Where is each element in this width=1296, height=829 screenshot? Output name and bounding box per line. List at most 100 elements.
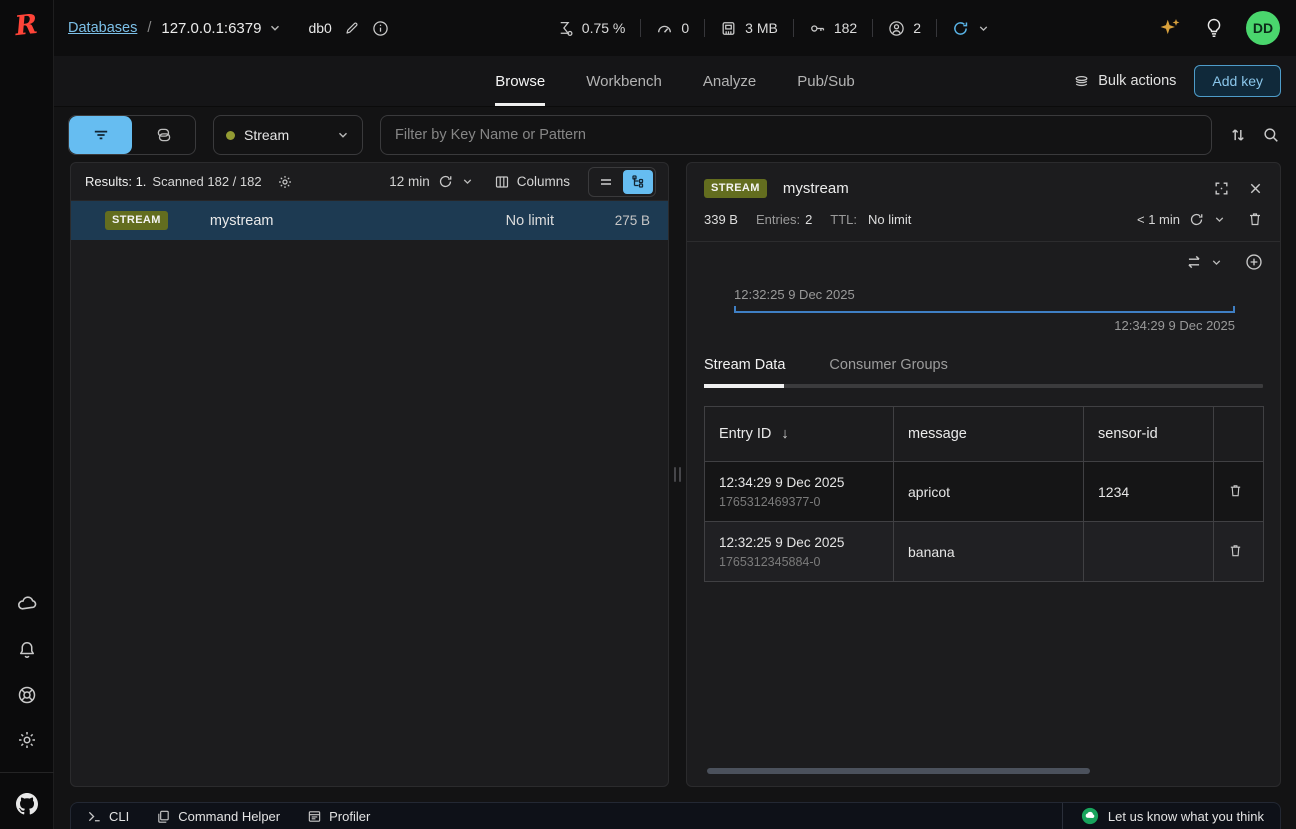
entry-id-label: Entry ID bbox=[719, 426, 771, 442]
filter-mode-toggle bbox=[68, 115, 196, 155]
stream-range-timeline[interactable]: 12:32:25 9 Dec 2025 12:34:29 9 Dec 2025 bbox=[734, 287, 1235, 333]
detail-tabs: Stream Data Consumer Groups bbox=[704, 357, 1263, 388]
key-icon bbox=[809, 20, 826, 37]
main-nav: Browse Workbench Analyze Pub/Sub Bulk ac… bbox=[54, 56, 1296, 107]
refresh-icon[interactable] bbox=[438, 174, 453, 189]
profiler-label: Profiler bbox=[329, 809, 370, 824]
range-start-label: 12:32:25 9 Dec 2025 bbox=[734, 287, 1235, 302]
app-root: R Databases / 127.0.0.1:6379 bbox=[0, 0, 1296, 829]
delete-entry-trash-icon[interactable] bbox=[1228, 483, 1243, 498]
fullscreen-expand-icon[interactable] bbox=[1213, 180, 1230, 197]
key-ttl: No limit bbox=[506, 213, 554, 229]
range-slider[interactable] bbox=[734, 306, 1235, 313]
header-sensor-id[interactable]: sensor-id bbox=[1084, 407, 1214, 462]
ops-value: 0 bbox=[681, 20, 689, 36]
cli-button[interactable]: CLI bbox=[87, 809, 129, 824]
delete-entry-trash-icon[interactable] bbox=[1228, 543, 1243, 558]
tab-workbench[interactable]: Workbench bbox=[586, 56, 662, 106]
list-view-button[interactable] bbox=[591, 170, 621, 194]
filter-by-pattern-button[interactable] bbox=[69, 116, 132, 154]
command-helper-label: Command Helper bbox=[178, 809, 280, 824]
stream-entry-row: 12:34:29 9 Dec 2025 1765312469377-0 apri… bbox=[705, 462, 1264, 522]
chevron-down-icon[interactable] bbox=[461, 175, 474, 188]
redis-logo-icon[interactable]: R bbox=[14, 11, 39, 40]
instance-address: 127.0.0.1:6379 bbox=[161, 20, 261, 37]
tree-view-button[interactable] bbox=[623, 170, 653, 194]
key-search-input[interactable] bbox=[380, 115, 1212, 155]
stream-type-dot-icon bbox=[226, 131, 235, 140]
header-message[interactable]: message bbox=[894, 407, 1084, 462]
cpu-stat: 0.75 % bbox=[557, 20, 626, 37]
profiler-button[interactable]: Profiler bbox=[307, 809, 370, 824]
header-entry-id[interactable]: Entry ID ↓ bbox=[705, 407, 894, 462]
github-icon[interactable] bbox=[16, 793, 38, 815]
results-count: Results: 1. bbox=[85, 174, 146, 189]
tab-consumer-groups[interactable]: Consumer Groups bbox=[829, 357, 947, 373]
tab-analyze[interactable]: Analyze bbox=[703, 56, 756, 106]
divider bbox=[793, 19, 794, 37]
cloud-icon[interactable] bbox=[16, 593, 38, 615]
settings-gear-icon[interactable] bbox=[17, 730, 37, 750]
edit-db-pencil-icon[interactable] bbox=[344, 20, 360, 36]
insights-lightbulb-icon[interactable] bbox=[1203, 17, 1225, 39]
profiler-icon bbox=[307, 809, 322, 824]
gauge-icon bbox=[656, 20, 673, 37]
db-stats: 0.75 % 0 3 MB bbox=[557, 19, 990, 37]
clients-value: 2 bbox=[913, 20, 921, 36]
instance-selector[interactable]: 127.0.0.1:6379 bbox=[161, 20, 282, 37]
ttl-value: No limit bbox=[868, 212, 911, 227]
bulk-actions-button[interactable]: Bulk actions bbox=[1073, 73, 1176, 90]
add-entry-plus-icon[interactable] bbox=[1245, 253, 1263, 271]
swap-columns-icon[interactable] bbox=[1185, 253, 1203, 271]
key-type-selected: Stream bbox=[244, 127, 289, 143]
last-refresh-label: 12 min bbox=[389, 174, 430, 189]
columns-button[interactable]: Columns bbox=[494, 174, 570, 190]
chevron-down-icon[interactable] bbox=[1213, 213, 1226, 226]
chevron-down-icon[interactable] bbox=[1210, 256, 1223, 269]
copilot-sparkles-icon[interactable] bbox=[1158, 16, 1182, 40]
tab-browse[interactable]: Browse bbox=[495, 56, 545, 106]
memory-icon bbox=[720, 20, 737, 37]
feedback-button[interactable]: Let us know what you think bbox=[1062, 803, 1264, 829]
clients-user-icon bbox=[888, 20, 905, 37]
layers-icon bbox=[1073, 73, 1090, 90]
key-detail-panel: STREAM mystream 339 B Entries: bbox=[686, 162, 1281, 787]
refresh-icon[interactable] bbox=[1189, 212, 1204, 227]
key-row-mystream[interactable]: STREAM mystream No limit 275 B bbox=[71, 201, 668, 240]
horizontal-scrollbar[interactable] bbox=[707, 768, 1090, 774]
tab-pubsub[interactable]: Pub/Sub bbox=[797, 56, 855, 106]
help-lifebuoy-icon[interactable] bbox=[17, 685, 37, 705]
filter-by-type-button[interactable] bbox=[132, 116, 195, 154]
tab-stream-data[interactable]: Stream Data bbox=[704, 357, 785, 373]
resize-grip-icon[interactable] bbox=[674, 467, 681, 482]
view-mode-toggle bbox=[588, 167, 656, 197]
range-end-label: 12:34:29 9 Dec 2025 bbox=[734, 318, 1235, 333]
scan-settings-gear-icon[interactable] bbox=[277, 174, 293, 190]
stats-refresh-button[interactable] bbox=[952, 20, 990, 37]
close-icon[interactable] bbox=[1248, 181, 1263, 196]
detail-key-name: mystream bbox=[783, 180, 849, 197]
db-info-icon[interactable] bbox=[372, 20, 389, 37]
feedback-smiley-icon bbox=[1081, 807, 1099, 825]
detail-refresh-label: < 1 min bbox=[1137, 212, 1180, 227]
breadcrumb-databases-link[interactable]: Databases bbox=[68, 20, 137, 36]
entry-message: banana bbox=[894, 522, 1084, 582]
entry-sensor: 1234 bbox=[1084, 462, 1214, 522]
entry-date: 12:34:29 9 Dec 2025 bbox=[719, 475, 879, 490]
bottom-bar: CLI Command Helper Profiler Let us know … bbox=[70, 802, 1281, 829]
notifications-bell-icon[interactable] bbox=[17, 640, 37, 660]
command-helper-button[interactable]: Command Helper bbox=[156, 809, 280, 824]
search-icon[interactable] bbox=[1262, 126, 1280, 144]
add-key-button[interactable]: Add key bbox=[1194, 65, 1281, 97]
columns-icon bbox=[494, 174, 510, 190]
delete-key-trash-icon[interactable] bbox=[1247, 211, 1263, 227]
user-avatar[interactable]: DD bbox=[1246, 11, 1280, 45]
keys-value: 182 bbox=[834, 20, 857, 36]
entry-id: 1765312469377-0 bbox=[719, 495, 879, 509]
feedback-label: Let us know what you think bbox=[1108, 809, 1264, 824]
memory-stat: 3 MB bbox=[720, 20, 778, 37]
panel-resize-gutter[interactable] bbox=[669, 162, 686, 787]
key-type-select[interactable]: Stream bbox=[213, 115, 363, 155]
sort-keys-icon[interactable] bbox=[1229, 126, 1247, 144]
detail-type-badge: STREAM bbox=[704, 179, 767, 198]
